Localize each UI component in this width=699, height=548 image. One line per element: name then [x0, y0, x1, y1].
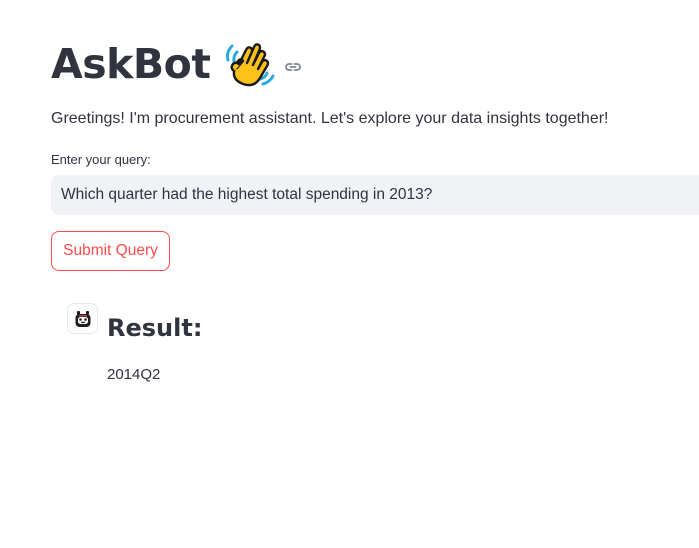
app-page: AskBot Greetings! I'm procurement assist… [0, 0, 699, 548]
title-row: AskBot [51, 36, 302, 92]
waving-hand-icon [223, 38, 275, 90]
greeting-text: Greetings! I'm procurement assistant. Le… [51, 110, 609, 127]
result-value: 2014Q2 [107, 366, 161, 383]
submit-query-button[interactable]: Submit Query [51, 231, 170, 271]
bot-avatar-icon [67, 303, 98, 334]
query-input[interactable] [51, 175, 699, 215]
link-icon[interactable] [284, 58, 302, 76]
page-title: AskBot [51, 40, 211, 88]
result-heading: Result: [107, 314, 203, 342]
query-label: Enter your query: [51, 152, 151, 167]
